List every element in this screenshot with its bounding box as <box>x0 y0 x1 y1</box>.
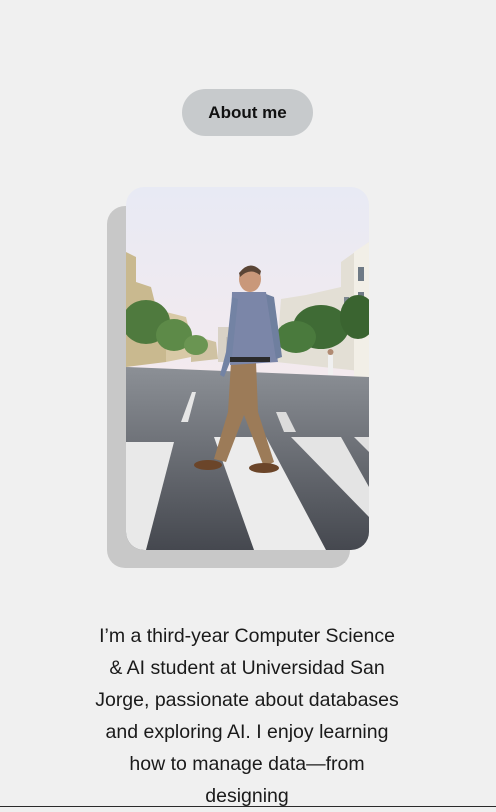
portrait-photo <box>126 187 369 550</box>
about-me-label: About me <box>208 102 287 122</box>
about-section: About me I’m a third-year Computer Scien… <box>0 0 496 807</box>
bio-paragraph: I’m a third-year Computer Science & AI s… <box>95 625 399 807</box>
about-me-button[interactable]: About me <box>182 89 313 136</box>
